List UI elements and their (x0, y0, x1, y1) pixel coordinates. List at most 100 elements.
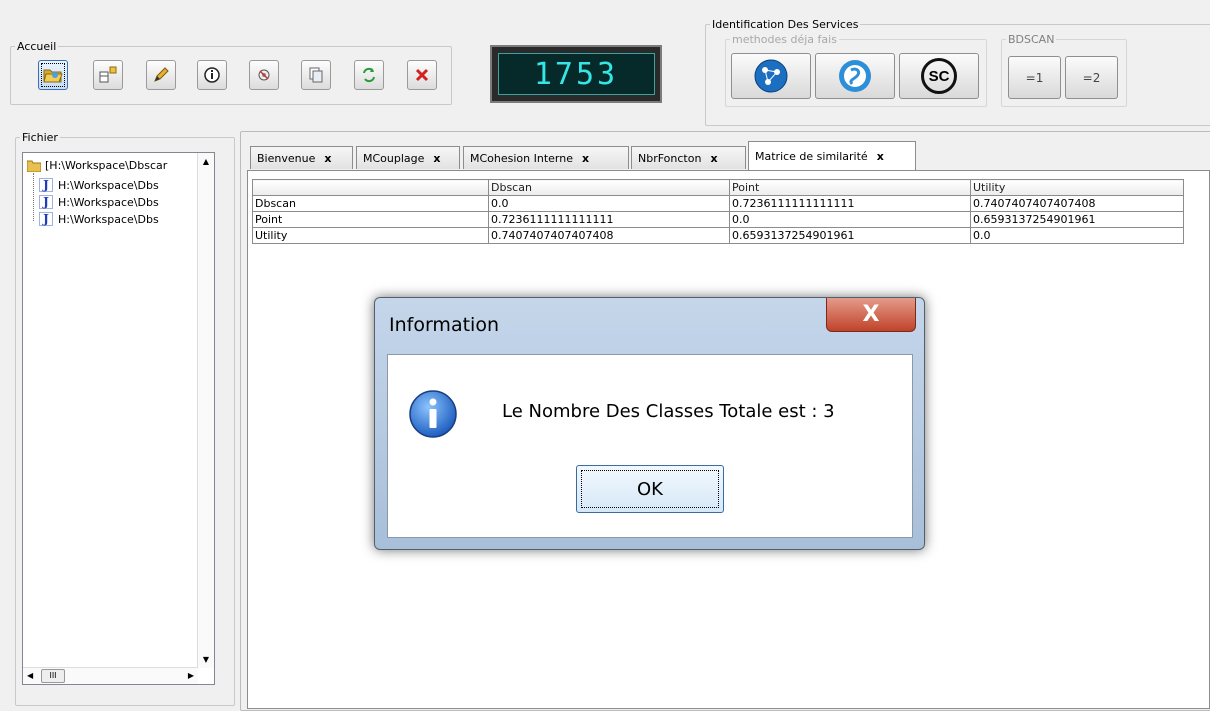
table-cell[interactable]: 0.7407407407407408 (488, 227, 730, 244)
column-header[interactable] (252, 179, 489, 196)
ok-button[interactable]: OK (576, 465, 724, 513)
close-icon: X (862, 302, 880, 327)
table-cell[interactable]: 0.6593137254901961 (970, 211, 1184, 228)
java-file-icon: J (39, 195, 53, 209)
swirl-logo-icon (839, 60, 871, 92)
bdscan-eq2-label: =2 (1082, 70, 1101, 85)
sc-logo-icon: SC (921, 58, 957, 94)
accueil-label: Accueil (17, 40, 57, 53)
dialog-title: Information (389, 314, 499, 336)
method2-button[interactable] (815, 53, 895, 99)
tab-label: MCohesion Interne (470, 151, 573, 165)
info-icon (409, 390, 457, 438)
tree-hscroll[interactable]: ◀ III ▶ (23, 667, 198, 684)
tab-close-icon[interactable]: x (324, 152, 331, 165)
folder-icon (27, 160, 41, 172)
scroll-up-icon[interactable]: ▲ (198, 157, 214, 166)
services-label: Identification Des Services (712, 18, 859, 31)
tree-item[interactable]: J H:\Workspace\Dbs (39, 195, 159, 209)
edit-button[interactable] (146, 60, 176, 90)
java-file-icon: J (39, 212, 53, 226)
table-cell[interactable]: 0.6593137254901961 (729, 227, 971, 244)
file-tree[interactable]: [H:\Workspace\Dbscar J H:\Workspace\Dbs … (22, 152, 215, 685)
lcd-counter: 1753 (490, 45, 662, 103)
gear-icon (258, 69, 270, 81)
column-header[interactable]: Utility (970, 179, 1184, 196)
table-cell[interactable]: Utility (252, 227, 489, 244)
sc-method-button[interactable]: SC (899, 53, 979, 99)
tab-mcouplage[interactable]: MCouplage x (356, 146, 460, 169)
dialog-body: Le Nombre Des Classes Totale est : 3 OK (387, 354, 913, 538)
tab-close-icon[interactable]: x (582, 152, 589, 165)
ok-label: OK (581, 470, 719, 508)
pencil-icon (154, 67, 169, 82)
scroll-right-icon[interactable]: ▶ (188, 671, 194, 680)
refresh-icon (363, 67, 375, 83)
network-globe-icon (754, 59, 788, 93)
open-button[interactable] (38, 60, 68, 90)
tab-matrice-de-similarite[interactable]: Matrice de similarité x (748, 141, 916, 170)
table-cell[interactable]: 0.7407407407407408 (970, 195, 1184, 212)
tab-label: Matrice de similarité (755, 149, 868, 163)
tab-close-icon[interactable]: x (433, 152, 440, 165)
tree-item[interactable]: J H:\Workspace\Dbs (39, 178, 159, 192)
tab-close-icon[interactable]: x (877, 150, 884, 163)
tree-connector (33, 173, 35, 221)
lcd-counter-value: 1753 (497, 53, 655, 95)
tree-vscroll[interactable]: ▲ ▼ (197, 153, 214, 668)
tree-item[interactable]: J H:\Workspace\Dbs (39, 212, 159, 226)
table-cell[interactable]: Point (252, 211, 489, 228)
hscroll-thumb[interactable]: III (41, 669, 65, 683)
tree-item-label: H:\Workspace\Dbs (58, 212, 159, 226)
method1-button[interactable] (731, 53, 811, 99)
tab-bienvenue[interactable]: Bienvenue x (250, 146, 353, 169)
tree-root[interactable]: [H:\Workspace\Dbscar (27, 159, 167, 172)
bdscan-eq2-button[interactable]: =2 (1065, 56, 1118, 99)
tab-nbrfoncton[interactable]: NbrFoncton x (631, 146, 746, 169)
table-cell[interactable]: 0.7236111111111111 (729, 195, 971, 212)
new-class-button[interactable] (93, 60, 123, 90)
class-diagram-icon (99, 66, 117, 83)
sc-logo-text: SC (928, 67, 950, 85)
tab-label: Bienvenue (257, 151, 316, 165)
bdscan-eq1-button[interactable]: =1 (1008, 56, 1061, 99)
info-circle-icon (204, 67, 220, 83)
fichier-label: Fichier (22, 131, 58, 144)
column-header[interactable]: Dbscan (488, 179, 730, 196)
scroll-down-icon[interactable]: ▼ (198, 655, 214, 664)
refresh-button[interactable] (354, 60, 384, 90)
information-dialog: Information X Le Nombre Des Classes Tota… (374, 297, 925, 550)
methods-label: methodes déja fais (732, 33, 837, 46)
table-row[interactable]: Point 0.7236111111111111 0.0 0.659313725… (252, 211, 1184, 228)
table-row[interactable]: Utility 0.7407407407407408 0.65931372549… (252, 227, 1184, 244)
tree-item-label: H:\Workspace\Dbs (58, 195, 159, 209)
table-cell[interactable]: 0.0 (729, 211, 971, 228)
bdscan-eq1-label: =1 (1025, 70, 1044, 85)
table-row[interactable]: Dbscan 0.0 0.7236111111111111 0.74074074… (252, 195, 1184, 212)
open-folder-icon (43, 69, 63, 83)
tab-label: MCouplage (363, 151, 425, 165)
tab-mcohesion-interne[interactable]: MCohesion Interne x (463, 146, 629, 169)
settings-button[interactable] (249, 60, 279, 90)
tab-label: NbrFoncton (638, 151, 702, 165)
table-header-row: Dbscan Point Utility (252, 179, 1184, 196)
delete-x-icon (415, 68, 429, 82)
tab-close-icon[interactable]: x (710, 152, 717, 165)
accueil-group: Accueil (10, 40, 452, 105)
scroll-left-icon[interactable]: ◀ (27, 671, 33, 680)
bdscan-label: BDSCAN (1008, 33, 1055, 46)
java-file-icon: J (39, 178, 53, 192)
tree-item-label: H:\Workspace\Dbs (58, 178, 159, 192)
table-cell[interactable]: 0.0 (970, 227, 1184, 244)
delete-button[interactable] (407, 60, 437, 90)
column-header[interactable]: Point (729, 179, 971, 196)
dialog-message: Le Nombre Des Classes Totale est : 3 (502, 401, 835, 422)
table-cell[interactable]: 0.0 (488, 195, 730, 212)
table-cell[interactable]: 0.7236111111111111 (488, 211, 730, 228)
tree-root-label: [H:\Workspace\Dbscar (45, 159, 168, 172)
dialog-close-button[interactable]: X (826, 298, 916, 332)
info-button[interactable] (197, 60, 227, 90)
table-cell[interactable]: Dbscan (252, 195, 489, 212)
copy-icon (309, 67, 323, 83)
copy-button[interactable] (301, 60, 331, 90)
